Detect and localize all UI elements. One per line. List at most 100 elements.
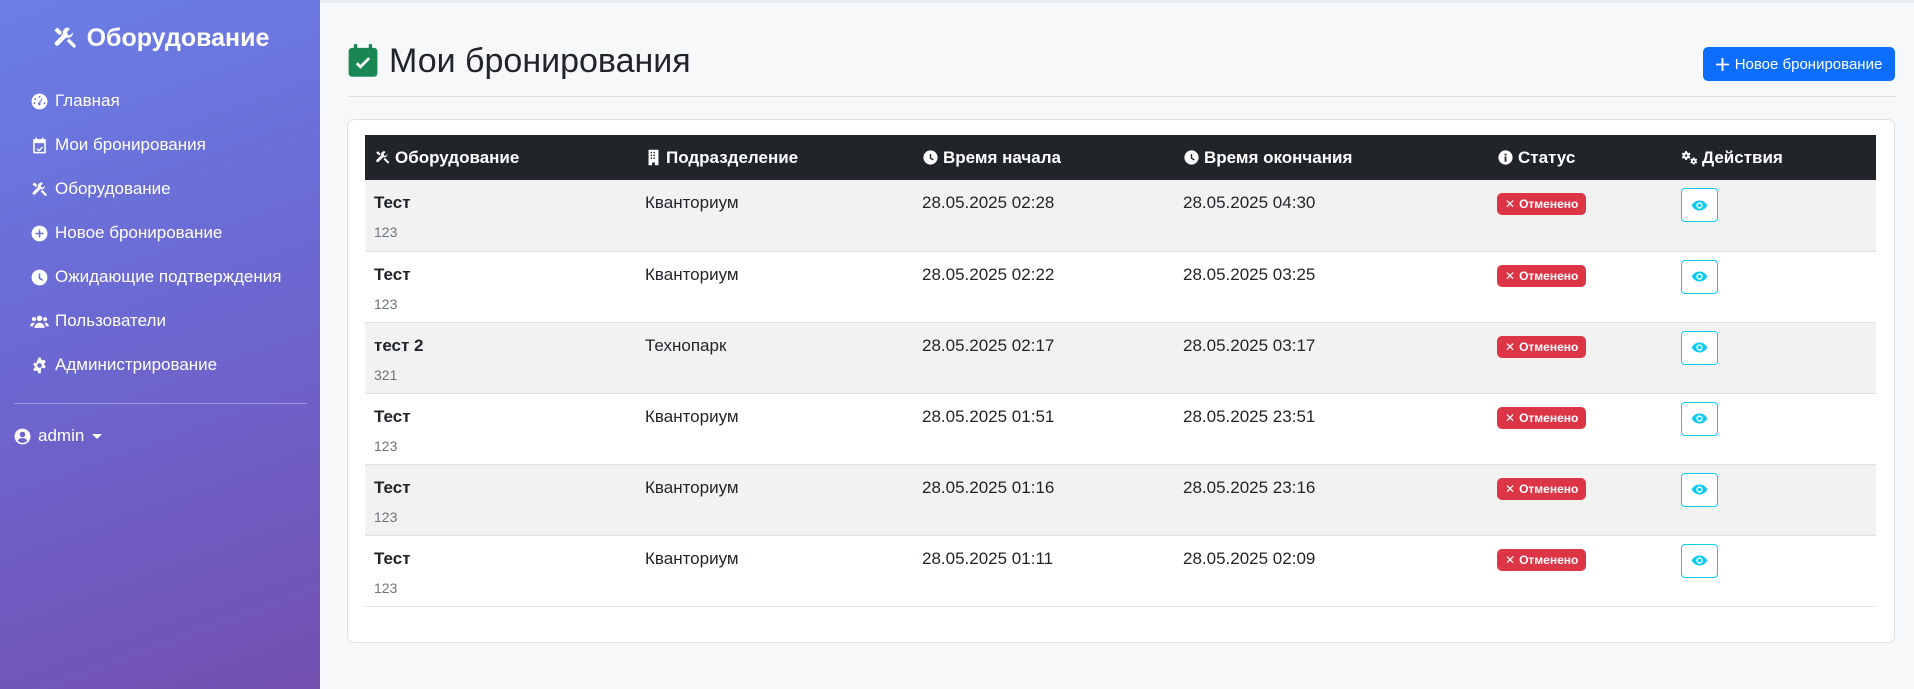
clock-icon [1184,150,1199,165]
status-label: Отменено [1519,410,1579,425]
sidebar-item-label: Мои бронирования [55,135,206,154]
view-button[interactable] [1681,401,1718,436]
eye-icon [1691,555,1708,566]
table-row: тест 2 321 Технопарк 28.05.2025 02:17 28… [365,322,1876,393]
cell-start-time: 28.05.2025 02:17 [922,335,1055,355]
cell-actions [1672,251,1876,322]
brand[interactable]: Оборудование [0,20,320,56]
status-label: Отменено [1519,197,1579,211]
cell-start-time: 28.05.2025 01:11 [922,548,1054,568]
user-menu-toggle[interactable]: admin [13,422,103,450]
info-circle-icon [1498,150,1513,165]
cell-actions [1672,180,1876,251]
cell-equipment: тест 2 321 [365,322,636,393]
cell-end-time: 28.05.2025 23:51 [1183,406,1316,426]
sidebar-item-home[interactable]: Главная [30,86,120,116]
cell-department: Кванториум [645,264,739,284]
column-header-end-time[interactable]: Время окончания [1174,135,1488,180]
column-header-actions: Действия [1672,135,1876,180]
equipment-name: Тест [374,264,411,284]
sidebar-item-equipment[interactable]: Оборудование [30,174,171,204]
new-booking-button-label: Новое бронирование [1734,55,1883,73]
new-booking-button[interactable]: Новое бронирование [1703,47,1895,81]
eye-icon [1691,342,1708,353]
table-row: Тест 123 Кванториум 28.05.2025 01:51 28.… [365,393,1876,464]
close-icon: ✕ [1505,197,1516,211]
users-icon [30,315,49,328]
close-icon: ✕ [1505,410,1516,425]
cell-actions [1672,393,1876,464]
cell-end-time: 28.05.2025 03:17 [1183,335,1316,355]
gear-icon [33,357,46,373]
calendar-check-icon [33,137,46,153]
calendar-check-icon [348,44,378,77]
sidebar-item-admin[interactable]: Администрирование [30,350,217,380]
eye-icon [1691,413,1708,424]
cell-start-time: 28.05.2025 01:16 [922,477,1055,497]
sidebar-item-label: Администрирование [55,355,218,374]
equipment-name: Тест [374,193,411,212]
cell-equipment: Тест 123 [365,393,636,464]
equipment-name: тест 2 [374,335,424,355]
cell-actions [1672,535,1876,606]
user-name: admin [38,426,85,445]
status-badge: ✕ Отменено [1497,264,1587,287]
sidebar-item-pending[interactable]: Ожидающие подтверждения [30,262,281,292]
sidebar-item-label: Оборудование [55,179,171,198]
cell-status: ✕ Отменено [1488,180,1672,251]
tools-icon [32,181,47,196]
view-button[interactable] [1681,188,1718,222]
equipment-code: 321 [374,366,398,383]
cell-department: Кванториум [645,477,739,497]
sidebar-item-users[interactable]: Пользователи [30,306,166,336]
cell-equipment: Тест 123 [365,251,636,322]
page-title: Мои бронирования [389,41,691,80]
column-header-department[interactable]: Подразделение [636,135,913,180]
cell-department: Кванториум [645,193,739,212]
table-row: Тест 123 Кванториум 28.05.2025 01:16 28.… [365,464,1876,535]
bookings-card: Оборудование Подразделение Время начала … [347,119,1895,643]
plus-icon [1715,57,1729,71]
sidebar-item-my-bookings[interactable]: Мои бронирования [30,130,206,160]
status-badge: ✕ Отменено [1497,477,1587,500]
building-icon [648,149,659,166]
cell-start-time: 28.05.2025 02:22 [922,264,1055,284]
table-header-row: Оборудование Подразделение Время начала … [365,135,1876,180]
status-label: Отменено [1519,552,1579,567]
status-label: Отменено [1519,268,1579,283]
status-label: Отменено [1519,339,1579,354]
cell-equipment: Тест 123 [365,180,636,251]
status-label: Отменено [1519,481,1579,496]
column-header-equipment[interactable]: Оборудование [365,135,636,180]
close-icon: ✕ [1505,339,1516,354]
eye-icon [1691,484,1708,495]
view-button[interactable] [1681,259,1718,294]
cell-actions [1672,322,1876,393]
brand-title: Оборудование [86,23,270,52]
cell-end-time: 28.05.2025 23:16 [1183,477,1316,497]
clock-icon [31,269,48,285]
view-button[interactable] [1681,472,1718,507]
view-button[interactable] [1681,543,1718,578]
sidebar-item-label: Главная [55,91,120,110]
cell-end-time: 28.05.2025 02:09 [1183,548,1316,568]
page-header: Мои бронирования [347,38,691,84]
close-icon: ✕ [1505,268,1516,283]
column-header-start-time[interactable]: Время начала [913,135,1174,180]
plus-circle-icon [31,225,48,241]
view-button[interactable] [1681,330,1718,365]
sidebar-item-label: Ожидающие подтверждения [55,267,282,286]
cell-equipment: Тест 123 [365,464,636,535]
equipment-code: 123 [374,437,398,454]
close-icon: ✕ [1505,552,1516,567]
gauge-icon [31,93,48,109]
cell-start-time: 28.05.2025 02:28 [922,193,1055,212]
status-badge: ✕ Отменено [1497,193,1587,215]
cell-status: ✕ Отменено [1488,535,1672,606]
sidebar-item-new-booking[interactable]: Новое бронирование [30,218,222,248]
column-header-status[interactable]: Статус [1488,135,1672,180]
table-row: Тест 123 Кванториум 28.05.2025 01:11 28.… [365,535,1876,606]
cell-department: Кванториум [645,548,739,568]
eye-icon [1691,271,1708,282]
cell-end-time: 28.05.2025 03:25 [1183,264,1316,284]
